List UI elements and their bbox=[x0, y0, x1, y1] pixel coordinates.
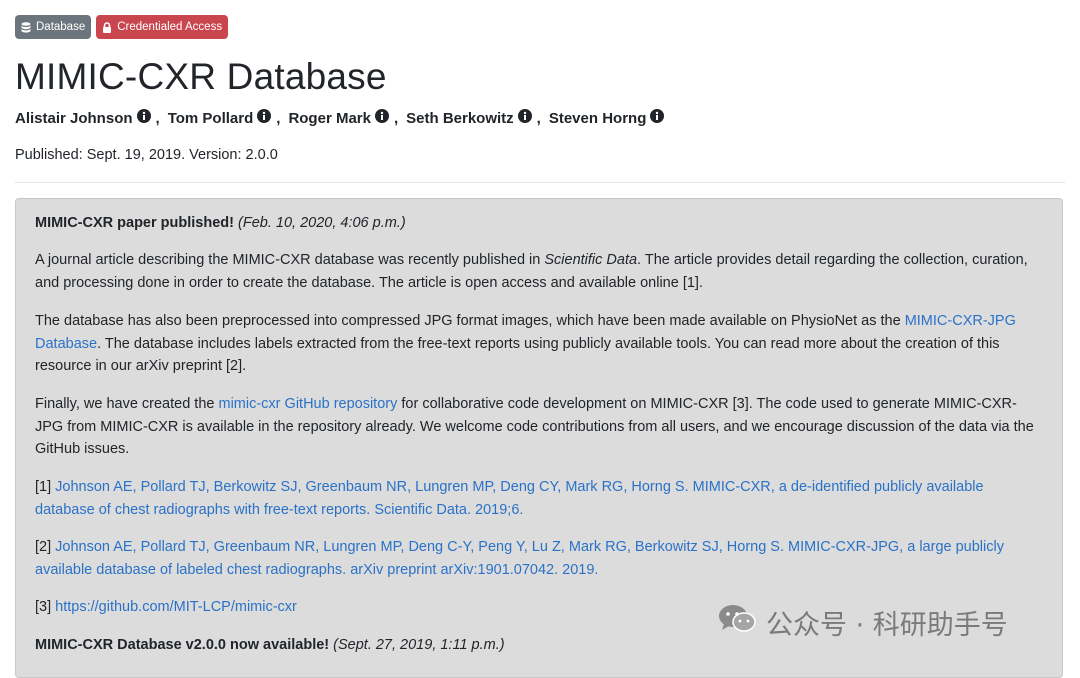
database-icon bbox=[21, 21, 31, 33]
news-paragraph: A journal article describing the MIMIC-C… bbox=[35, 249, 1040, 294]
news-paragraph: Finally, we have created the mimic-cxr G… bbox=[35, 393, 1040, 461]
author-item[interactable]: Alistair Johnson , bbox=[15, 109, 168, 127]
author-item[interactable]: Steven Horng bbox=[549, 109, 665, 127]
paragraph-text: . The database includes labels extracted… bbox=[35, 335, 1000, 375]
paragraph-text: A journal article describing the MIMIC-C… bbox=[35, 252, 545, 268]
badge-row: Database Credentialed Access bbox=[15, 15, 229, 39]
author-name[interactable]: Tom Pollard bbox=[168, 110, 254, 127]
author-separator: , bbox=[155, 109, 160, 127]
news-paragraph: The database has also been preprocessed … bbox=[35, 310, 1040, 378]
github-repository-link[interactable]: mimic-cxr GitHub repository bbox=[219, 396, 398, 412]
credentialed-access-badge[interactable]: Credentialed Access bbox=[96, 15, 229, 39]
author-list: Alistair Johnson , Tom Pollard , Roger M… bbox=[15, 109, 665, 127]
author-separator: , bbox=[393, 109, 399, 127]
reference-link[interactable]: Johnson AE, Pollard TJ, Greenbaum NR, Lu… bbox=[35, 539, 1004, 578]
info-icon[interactable] bbox=[517, 109, 532, 127]
lock-icon bbox=[102, 21, 112, 33]
author-separator: , bbox=[276, 109, 281, 127]
info-icon[interactable] bbox=[650, 109, 665, 127]
paragraph-text: The database has also been preprocessed … bbox=[35, 313, 905, 329]
paragraph-text: Finally, we have created the bbox=[35, 396, 219, 412]
author-name[interactable]: Seth Berkowitz bbox=[406, 110, 514, 127]
reference-number: [3] bbox=[35, 599, 56, 615]
watermark: 公众号 · 科研助手号 bbox=[718, 603, 1008, 642]
author-name[interactable]: Roger Mark bbox=[288, 110, 371, 127]
news-date: (Sept. 27, 2019, 1:11 p.m.) bbox=[333, 637, 505, 653]
news-headline: MIMIC-CXR Database v2.0.0 now available! bbox=[35, 637, 330, 653]
news-item-header: MIMIC-CXR paper published! (Feb. 10, 202… bbox=[35, 212, 1040, 235]
database-badge[interactable]: Database bbox=[15, 15, 92, 39]
author-item[interactable]: Roger Mark , bbox=[288, 109, 406, 127]
publication-info: Published: Sept. 19, 2019. Version: 2.0.… bbox=[15, 147, 278, 163]
page-title: MIMIC-CXR Database bbox=[15, 56, 387, 97]
author-item[interactable]: Tom Pollard , bbox=[168, 109, 289, 127]
news-date: (Feb. 10, 2020, 4:06 p.m.) bbox=[238, 215, 406, 231]
info-icon[interactable] bbox=[136, 109, 151, 127]
author-name[interactable]: Steven Horng bbox=[549, 110, 647, 127]
author-item[interactable]: Seth Berkowitz , bbox=[406, 109, 549, 127]
info-icon[interactable] bbox=[374, 109, 389, 127]
info-icon[interactable] bbox=[257, 109, 272, 127]
database-badge-label: Database bbox=[36, 21, 86, 33]
reference-number: [1] bbox=[35, 479, 56, 495]
journal-name: Scientific Data bbox=[544, 252, 638, 268]
watermark-text: 公众号 · 科研助手号 bbox=[766, 610, 1008, 641]
divider bbox=[15, 182, 1065, 183]
news-headline: MIMIC-CXR paper published! bbox=[35, 215, 234, 231]
reference-item: [2] Johnson AE, Pollard TJ, Greenbaum NR… bbox=[35, 536, 1040, 581]
reference-link[interactable]: Johnson AE, Pollard TJ, Berkowitz SJ, Gr… bbox=[35, 479, 984, 518]
reference-number: [2] bbox=[35, 539, 56, 555]
reference-link[interactable]: https://github.com/MIT-LCP/mimic-cxr bbox=[55, 599, 297, 615]
author-name[interactable]: Alistair Johnson bbox=[15, 110, 133, 127]
credentialed-badge-label: Credentialed Access bbox=[117, 21, 223, 33]
reference-item: [1] Johnson AE, Pollard TJ, Berkowitz SJ… bbox=[35, 476, 1040, 521]
wechat-icon bbox=[718, 603, 756, 642]
author-separator: , bbox=[536, 109, 541, 127]
